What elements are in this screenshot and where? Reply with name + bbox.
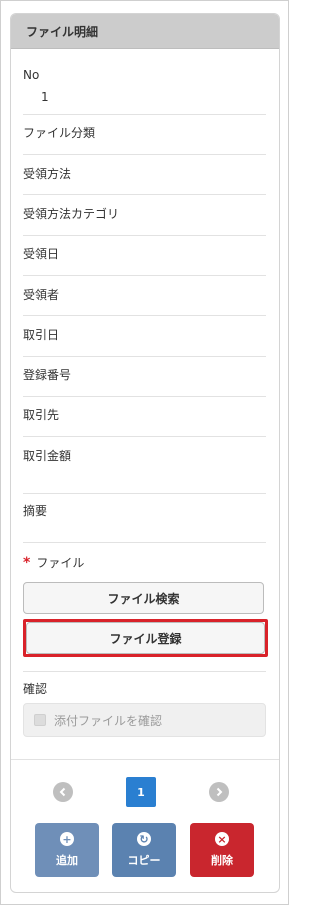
app-frame: ファイル明細 No 1 ファイル分類 受領方法 受領方法カテゴリ 受領日 受領者… (0, 0, 289, 905)
add-button[interactable]: + 追加 (35, 823, 99, 877)
summary-label: 摘要 (23, 504, 48, 518)
file-label: ファイル (36, 556, 85, 570)
page-number-current[interactable]: 1 (126, 777, 156, 807)
divider (23, 493, 266, 494)
plus-icon: + (60, 832, 74, 846)
divider (23, 396, 266, 397)
no-value: 1 (41, 90, 49, 104)
confirm-attachment-label: 添付ファイルを確認 (54, 713, 163, 728)
divider (23, 275, 266, 276)
receipt-method-category-label: 受領方法カテゴリ (23, 207, 120, 221)
refresh-icon: ↻ (137, 832, 151, 846)
divider (11, 759, 279, 760)
delete-button[interactable]: × 削除 (190, 823, 254, 877)
registration-number-label: 登録番号 (23, 368, 72, 382)
file-register-button[interactable]: ファイル登録 (26, 622, 265, 654)
receipt-date-label: 受領日 (23, 247, 60, 261)
file-detail-panel: ファイル明細 No 1 ファイル分類 受領方法 受領方法カテゴリ 受領日 受領者… (10, 13, 280, 893)
panel-title: ファイル明細 (11, 14, 279, 49)
divider (23, 542, 266, 543)
counterparty-label: 取引先 (23, 408, 60, 422)
required-mark: * (23, 555, 31, 571)
file-search-button[interactable]: ファイル検索 (23, 582, 264, 614)
transaction-amount-label: 取引金額 (23, 449, 72, 463)
divider (23, 356, 266, 357)
no-label: No (23, 68, 40, 82)
divider (23, 194, 266, 195)
chevron-left-icon[interactable] (53, 782, 73, 802)
divider (23, 235, 266, 236)
divider (23, 671, 266, 672)
receiver-label: 受領者 (23, 288, 60, 302)
divider (23, 114, 266, 115)
divider (23, 315, 266, 316)
delete-button-label: 削除 (211, 854, 233, 867)
transaction-date-label: 取引日 (23, 328, 60, 342)
file-category-label: ファイル分類 (23, 126, 96, 140)
divider (23, 436, 266, 437)
confirm-attachment-checkbox[interactable] (34, 714, 46, 726)
receipt-method-label: 受領方法 (23, 167, 72, 181)
divider (23, 154, 266, 155)
confirm-attachment-row[interactable]: 添付ファイルを確認 (23, 703, 266, 737)
copy-button[interactable]: ↻ コピー (112, 823, 176, 877)
copy-button-label: コピー (127, 854, 161, 867)
close-icon: × (215, 832, 229, 846)
file-label-group: * ファイル (23, 554, 84, 571)
add-button-label: 追加 (56, 854, 78, 867)
confirm-label: 確認 (23, 682, 48, 696)
chevron-right-icon[interactable] (209, 782, 229, 802)
